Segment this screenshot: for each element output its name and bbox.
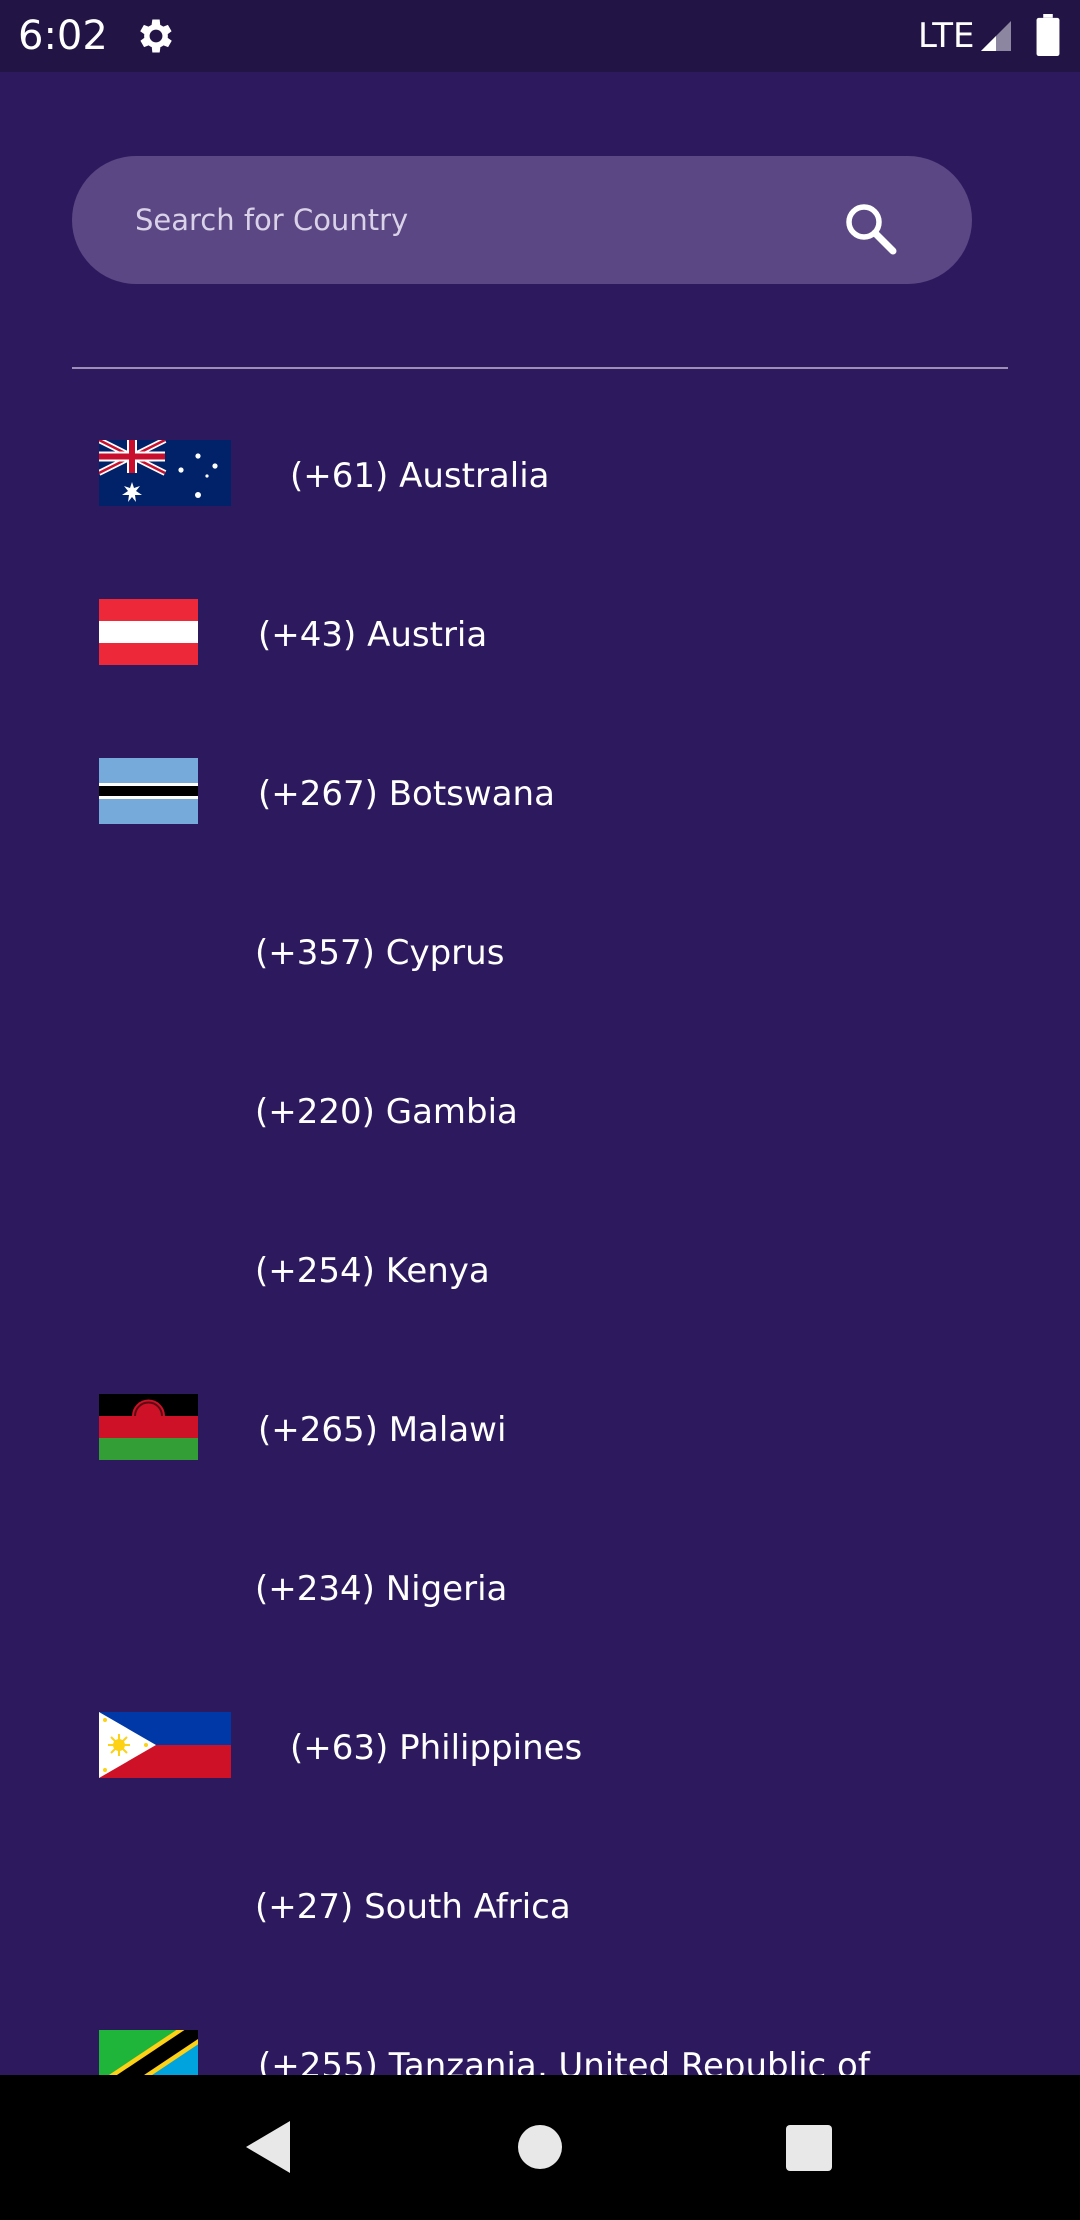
- country-label[interactable]: (+234) Nigeria: [255, 1567, 507, 1611]
- status-time: 6:02: [18, 13, 108, 59]
- country-label[interactable]: (+27) South Africa: [255, 1885, 571, 1929]
- list-item-australia[interactable]: (+61) Australia: [0, 400, 1080, 559]
- network-type: LTE: [918, 16, 975, 56]
- country-label[interactable]: (+43) Austria: [258, 613, 487, 657]
- list-item-nigeria[interactable]: (+234) Nigeria: [0, 1513, 1080, 1672]
- list-item-cyprus[interactable]: (+357) Cyprus: [0, 877, 1080, 1036]
- list-item-tanzania[interactable]: (+255) Tanzania, United Republic of: [0, 1990, 1080, 2075]
- navigation-bar: [0, 2075, 1080, 2220]
- search-field[interactable]: Search for Country: [72, 156, 972, 284]
- country-label[interactable]: (+267) Botswana: [258, 772, 555, 816]
- search-icon[interactable]: [840, 198, 900, 258]
- country-label[interactable]: (+220) Gambia: [255, 1090, 518, 1134]
- country-label[interactable]: (+265) Malawi: [258, 1408, 506, 1452]
- philippines-flag-icon: [99, 1712, 231, 1778]
- list-item-kenya[interactable]: (+254) Kenya: [0, 1195, 1080, 1354]
- list-item-south-africa[interactable]: (+27) South Africa: [0, 1831, 1080, 1990]
- search-placeholder[interactable]: Search for Country: [135, 200, 408, 240]
- gear-icon: [140, 19, 172, 53]
- australia-flag-icon: [99, 440, 231, 506]
- list-item-botswana[interactable]: (+267) Botswana: [0, 718, 1080, 877]
- austria-flag-icon: [99, 599, 198, 665]
- country-label[interactable]: (+254) Kenya: [255, 1249, 490, 1293]
- country-list[interactable]: (+61) Australia (+43) Austria (+267) Bot…: [0, 400, 1080, 2075]
- recents-icon[interactable]: [786, 2125, 832, 2171]
- list-item-malawi[interactable]: (+265) Malawi: [0, 1354, 1080, 1513]
- country-label[interactable]: (+255) Tanzania, United Republic of: [258, 2044, 870, 2075]
- country-label[interactable]: (+357) Cyprus: [255, 931, 504, 975]
- malawi-flag-icon: [99, 1394, 198, 1460]
- list-item-philippines[interactable]: (+63) Philippines: [0, 1672, 1080, 1831]
- status-bar: 6:02 LTE: [0, 0, 1080, 72]
- list-item-gambia[interactable]: (+220) Gambia: [0, 1036, 1080, 1195]
- divider: [72, 367, 1008, 369]
- tanzania-flag-icon: [99, 2030, 198, 2075]
- country-label[interactable]: (+63) Philippines: [290, 1726, 582, 1770]
- botswana-flag-icon: [99, 758, 198, 824]
- country-label[interactable]: (+61) Australia: [290, 454, 549, 498]
- home-icon[interactable]: [518, 2125, 562, 2169]
- battery-icon: [1036, 14, 1060, 56]
- signal-icon: [981, 21, 1011, 51]
- list-item-austria[interactable]: (+43) Austria: [0, 559, 1080, 718]
- back-icon[interactable]: [244, 2121, 292, 2173]
